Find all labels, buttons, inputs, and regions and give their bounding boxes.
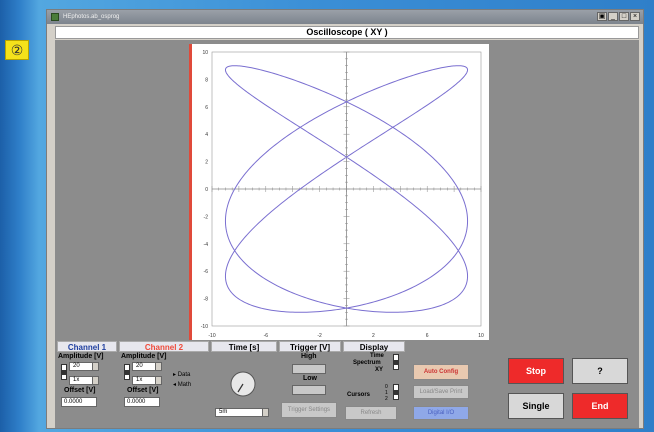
title-bar: HEphotos.ab_osprog ▣ _ □ × xyxy=(47,10,643,24)
channel1-offset-label: Offset [V] xyxy=(64,387,96,394)
display-header: Display xyxy=(343,341,405,352)
end-button[interactable]: End xyxy=(572,393,628,419)
y-tick-label: 2 xyxy=(205,160,208,166)
single-button[interactable]: Single xyxy=(508,393,564,419)
trigger-low-label: Low xyxy=(303,375,317,382)
channel2-header: Channel 2 xyxy=(119,341,209,352)
digital-io-button[interactable]: Digital I/O xyxy=(413,406,469,420)
auto-config-button[interactable]: Auto Config xyxy=(413,364,469,380)
channel1-header: Channel 1 xyxy=(57,341,117,352)
load-save-print-button[interactable]: Load/Save Print xyxy=(413,385,469,399)
display-spectrum-label[interactable]: Spectrum xyxy=(353,360,381,366)
channel2-coupling-select[interactable]: 1x xyxy=(132,376,162,385)
window-title: HEphotos.ab_osprog xyxy=(63,14,120,20)
channel2-offset-label: Offset [V] xyxy=(127,387,159,394)
display-time-label[interactable]: Time xyxy=(370,353,384,359)
time-knob[interactable] xyxy=(229,370,257,398)
trigger-low-field[interactable] xyxy=(292,385,326,395)
maximize-button[interactable]: □ xyxy=(619,12,629,21)
channel2-math-option[interactable]: ◂ Math xyxy=(173,381,191,388)
x-tick-label: 6 xyxy=(426,333,429,339)
xy-plot: -10 -6 -2 2 6 10 10 8 6 4 2 0 -2 -4 -6 -8 -10 xyxy=(189,44,489,340)
oscilloscope-title: Oscilloscope ( XY ) xyxy=(55,26,639,39)
app-icon xyxy=(51,13,59,21)
trigger-high-field[interactable] xyxy=(292,364,326,374)
display-xy-label[interactable]: XY xyxy=(375,367,383,373)
trigger-settings-button[interactable]: Trigger Settings xyxy=(281,402,337,418)
channel2-amplitude-spinner[interactable]: 20 xyxy=(132,362,162,371)
stop-button[interactable]: Stop xyxy=(508,358,564,384)
y-tick-label: -6 xyxy=(204,269,209,275)
cursor-value-2: 2 xyxy=(385,396,388,402)
x-tick-label: -2 xyxy=(317,333,322,339)
y-tick-label: -10 xyxy=(201,324,208,330)
app-window: HEphotos.ab_osprog ▣ _ □ × Oscilloscope … xyxy=(46,9,644,429)
display-mode-slider[interactable] xyxy=(393,354,399,370)
minimize-button[interactable]: _ xyxy=(608,12,618,21)
y-tick-label: 8 xyxy=(205,77,208,83)
time-header: Time [s] xyxy=(211,341,277,352)
x-tick-label: -10 xyxy=(208,333,215,339)
channel1-slider[interactable] xyxy=(61,364,67,380)
x-tick-label: -6 xyxy=(264,333,269,339)
channel1-coupling-select[interactable]: 1x xyxy=(69,376,99,385)
channel1-offset-field[interactable]: 0.0000 xyxy=(61,397,97,407)
close-button[interactable]: × xyxy=(630,12,640,21)
y-tick-label: 4 xyxy=(205,132,208,138)
trigger-high-label: High xyxy=(301,353,317,360)
xy-plot-svg: -10 -6 -2 2 6 10 10 8 6 4 2 0 -2 -4 -6 -8 -10 xyxy=(201,50,484,339)
x-tick-label: 10 xyxy=(478,333,484,339)
channel1-amplitude-spinner[interactable]: 20 xyxy=(69,362,99,371)
channel2-offset-field[interactable]: 0.0000 xyxy=(124,397,160,407)
extra-window-button[interactable]: ▣ xyxy=(597,12,607,21)
time-value-spinner[interactable]: 5m xyxy=(215,408,269,417)
trigger-header: Trigger [V] xyxy=(279,341,341,352)
step-badge: ② xyxy=(5,40,29,60)
y-tick-label: -8 xyxy=(204,297,209,303)
y-tick-label: -4 xyxy=(204,242,209,248)
y-tick-label: 6 xyxy=(205,105,208,111)
y-tick-label: -2 xyxy=(204,214,209,220)
y-tick-label: 10 xyxy=(202,50,208,56)
channel1-amplitude-label: Amplitude [V] xyxy=(58,353,104,360)
cursors-label: Cursors xyxy=(347,392,371,398)
channel2-slider[interactable] xyxy=(124,364,130,380)
cursors-slider[interactable] xyxy=(393,384,399,400)
channel2-amplitude-label: Amplitude [V] xyxy=(121,353,167,360)
x-tick-label: 2 xyxy=(372,333,375,339)
channel2-data-option[interactable]: ▸ Data xyxy=(173,371,190,378)
refresh-button[interactable]: Refresh xyxy=(345,406,397,420)
help-button[interactable]: ? xyxy=(572,358,628,384)
y-tick-label: 0 xyxy=(205,187,208,193)
